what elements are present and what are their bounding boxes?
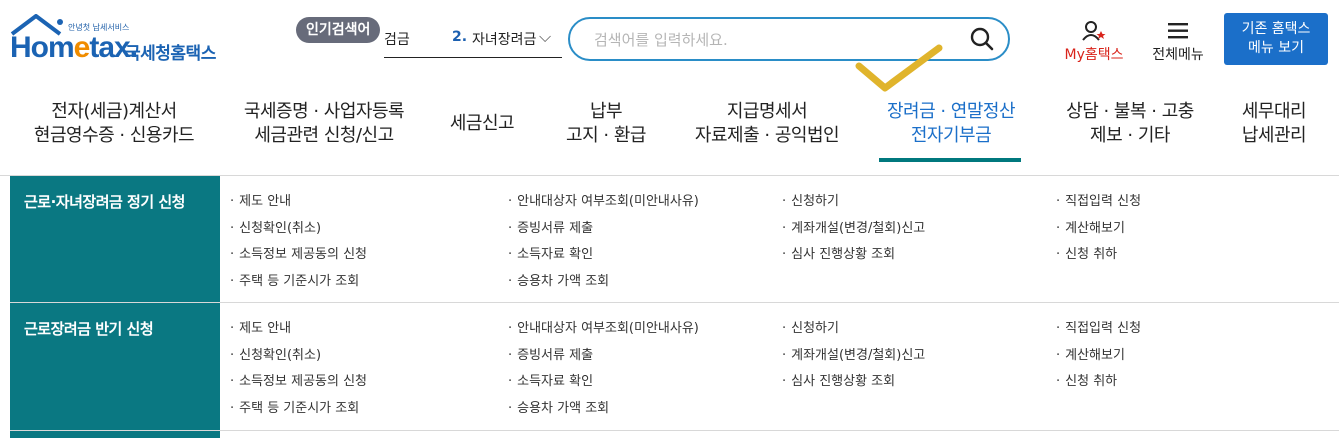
submenu-link[interactable]: 신청 취하 xyxy=(1056,243,1117,262)
submenu-link[interactable]: 제도 안내 xyxy=(230,190,291,209)
submenu-category-title[interactable]: 근로장려금 반기 신청 xyxy=(10,303,220,438)
nav-item-incentives[interactable]: 장려금 · 연말정산 전자기부금 xyxy=(878,100,1024,148)
submenu-link[interactable]: 주택 등 기준시가 조회 xyxy=(230,270,359,289)
submenu-section-regular: 근로·자녀장려금 정기 신청 제도 안내 신청확인(취소) 소득정보 제공동의 … xyxy=(10,176,1339,302)
submenu-link[interactable]: 소득정보 제공동의 신청 xyxy=(230,243,367,262)
submenu-link[interactable]: 주택 등 기준시가 조회 xyxy=(230,397,359,416)
active-tab-indicator xyxy=(879,158,1021,162)
nav-item-tax-agent[interactable]: 세무대리 납세관리 xyxy=(1236,100,1312,148)
submenu-link[interactable]: 직접입력 신청 xyxy=(1056,317,1141,336)
submenu-section-half-year: 근로장려금 반기 신청 제도 안내 신청확인(취소) 소득정보 제공동의 신청 … xyxy=(10,303,1339,438)
popular-term[interactable]: 자녀장려금 xyxy=(472,29,536,49)
popular-prev-term: 검금 xyxy=(384,32,410,48)
nav-item-payment[interactable]: 납부 고지 · 환급 xyxy=(558,100,654,148)
legacy-menu-button[interactable]: 기존 홈택스 메뉴 보기 xyxy=(1224,13,1328,65)
submenu-link[interactable]: 신청확인(취소) xyxy=(230,344,321,363)
checkmark-icon xyxy=(855,44,943,92)
submenu-link[interactable]: 신청하기 xyxy=(782,190,839,209)
nav-item-certificates[interactable]: 국세증명 · 사업자등록 세금관련 신청/신고 xyxy=(236,100,412,148)
legacy-menu-line2: 메뉴 보기 xyxy=(1248,40,1304,56)
submenu-link[interactable]: 계좌개설(변경/철회)신고 xyxy=(782,344,925,363)
search-icon[interactable] xyxy=(968,25,996,53)
submenu-link[interactable]: 직접입력 신청 xyxy=(1056,190,1141,209)
submenu-link[interactable]: 소득정보 제공동의 신청 xyxy=(230,370,367,389)
submenu-link[interactable]: 제도 안내 xyxy=(230,317,291,336)
submenu-link[interactable]: 소득자료 확인 xyxy=(508,243,593,262)
submenu-link[interactable]: 계산해보기 xyxy=(1056,344,1125,363)
submenu-category-title[interactable]: 근로·자녀장려금 정기 신청 xyxy=(10,176,220,302)
top-header: 안녕첫 납세서비스 Hometax. 국세청홈택스 검금 2. 자녀장려금 ⌵ … xyxy=(0,0,1339,82)
logo-brand: Hometax. xyxy=(10,31,138,64)
all-menu-label: 전체메뉴 xyxy=(1152,47,1204,63)
nav-item-e-invoice[interactable]: 전자(세금)계산서 현금영수증 · 신용카드 xyxy=(30,100,198,148)
nav-item-tax-filing[interactable]: 세금신고 xyxy=(446,112,518,136)
submenu-link[interactable]: 증빙서류 제출 xyxy=(508,217,593,236)
popular-rank: 2. xyxy=(452,29,468,45)
popular-search-badge: 인기검색어 xyxy=(296,17,381,43)
submenu-link[interactable]: 승용차 가액 조회 xyxy=(508,397,609,416)
popular-search-ticker[interactable]: 검금 2. 자녀장려금 ⌵ xyxy=(384,19,562,58)
submenu-link[interactable]: 신청 취하 xyxy=(1056,370,1117,389)
logo-name-ko: 국세청홈택스 xyxy=(125,44,216,64)
hometax-logo[interactable]: 안녕첫 납세서비스 Hometax. 국세청홈택스 xyxy=(10,14,240,64)
submenu-link[interactable]: 계산해보기 xyxy=(1056,217,1125,236)
submenu-link[interactable]: 안내대상자 여부조회(미안내사유) xyxy=(508,190,699,209)
main-navigation: 전자(세금)계산서 현금영수증 · 신용카드 국세증명 · 사업자등록 세금관련… xyxy=(0,100,1339,164)
all-menu-button[interactable]: 전체메뉴 xyxy=(1142,20,1214,64)
nav-item-consultation[interactable]: 상담 · 불복 · 고충 제보 · 기타 xyxy=(1060,100,1200,148)
nav-item-payment-statement[interactable]: 지급명세서 자료제출 · 공익법인 xyxy=(690,100,844,148)
submenu-link[interactable]: 신청하기 xyxy=(782,317,839,336)
my-hometax-button[interactable]: My홈택스 xyxy=(1058,20,1130,64)
submenu-link[interactable]: 계좌개설(변경/철회)신고 xyxy=(782,217,925,236)
user-icon xyxy=(1082,21,1106,41)
submenu-link[interactable]: 심사 진행상황 조회 xyxy=(782,243,895,262)
section-divider xyxy=(10,430,1339,431)
submenu-link[interactable]: 소득자료 확인 xyxy=(508,370,593,389)
hamburger-menu-icon xyxy=(1168,23,1188,39)
submenu-link[interactable]: 심사 진행상황 조회 xyxy=(782,370,895,389)
legacy-menu-line1: 기존 홈택스 xyxy=(1241,21,1311,37)
submenu-link[interactable]: 증빙서류 제출 xyxy=(508,344,593,363)
submenu-link[interactable]: 안내대상자 여부조회(미안내사유) xyxy=(508,317,699,336)
submenu-link[interactable]: 신청확인(취소) xyxy=(230,217,321,236)
my-hometax-label: My홈택스 xyxy=(1064,47,1124,63)
submenu-link[interactable]: 승용차 가액 조회 xyxy=(508,270,609,289)
chevron-down-icon[interactable]: ⌵ xyxy=(539,27,551,47)
